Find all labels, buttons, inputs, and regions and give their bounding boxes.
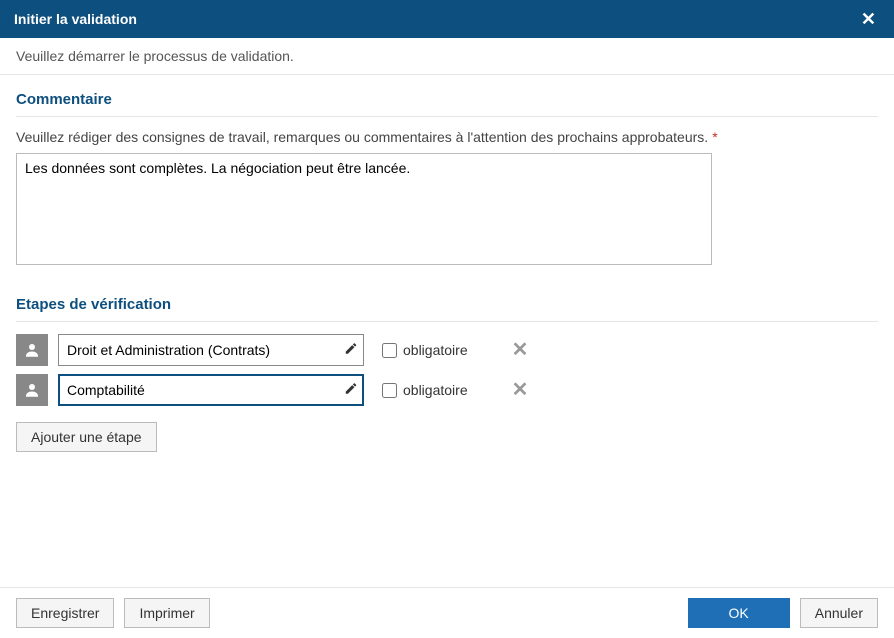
pencil-icon[interactable]: [344, 382, 358, 399]
mandatory-label: obligatoire: [403, 382, 468, 398]
mandatory-checkbox[interactable]: [382, 343, 397, 358]
required-indicator: *: [712, 129, 717, 145]
step-input-wrap: [58, 374, 364, 406]
footer-right: OK Annuler: [688, 598, 879, 628]
mandatory-checkbox-wrap[interactable]: obligatoire: [382, 342, 468, 358]
save-button[interactable]: Enregistrer: [16, 598, 114, 628]
step-input-wrap: [58, 334, 364, 366]
step-input[interactable]: [58, 334, 364, 366]
step-row: obligatoire ✕: [16, 334, 878, 366]
add-step-button[interactable]: Ajouter une étape: [16, 422, 157, 452]
mandatory-label: obligatoire: [403, 342, 468, 358]
person-icon[interactable]: [16, 374, 48, 406]
ok-button[interactable]: OK: [688, 598, 790, 628]
close-icon[interactable]: ✕: [857, 8, 880, 30]
dialog-content: Commentaire Veuillez rédiger des consign…: [0, 75, 894, 587]
comment-label: Veuillez rédiger des consignes de travai…: [16, 129, 878, 145]
mandatory-checkbox-wrap[interactable]: obligatoire: [382, 382, 468, 398]
pencil-icon[interactable]: [344, 342, 358, 359]
cancel-button[interactable]: Annuler: [800, 598, 878, 628]
dialog-title: Initier la validation: [14, 11, 137, 27]
remove-step-icon[interactable]: ✕: [508, 340, 533, 360]
steps-heading: Etapes de vérification: [16, 296, 878, 322]
remove-step-icon[interactable]: ✕: [508, 380, 533, 400]
comment-textarea[interactable]: [16, 153, 712, 265]
dialog-titlebar: Initier la validation ✕: [0, 0, 894, 38]
steps-list: obligatoire ✕ obligatoire ✕: [16, 334, 878, 406]
mandatory-checkbox[interactable]: [382, 383, 397, 398]
comment-heading: Commentaire: [16, 91, 878, 117]
step-row: obligatoire ✕: [16, 374, 878, 406]
person-icon[interactable]: [16, 334, 48, 366]
footer-left: Enregistrer Imprimer: [16, 598, 210, 628]
print-button[interactable]: Imprimer: [124, 598, 209, 628]
dialog-subtitle: Veuillez démarrer le processus de valida…: [0, 38, 894, 75]
dialog-footer: Enregistrer Imprimer OK Annuler: [0, 587, 894, 638]
comment-label-text: Veuillez rédiger des consignes de travai…: [16, 129, 708, 145]
step-input[interactable]: [58, 374, 364, 406]
